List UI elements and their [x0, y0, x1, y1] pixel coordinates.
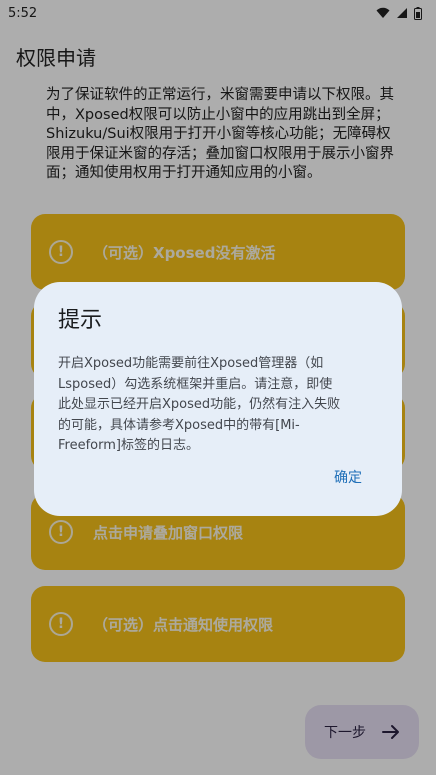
confirm-button[interactable]: 确定 [334, 467, 362, 487]
hint-dialog: 提示 开启Xposed功能需要前往Xposed管理器（如Lsposed）勾选系统… [34, 282, 402, 516]
dialog-message: 开启Xposed功能需要前往Xposed管理器（如Lsposed）勾选系统框架并… [58, 356, 341, 453]
dialog-title: 提示 [58, 308, 103, 333]
